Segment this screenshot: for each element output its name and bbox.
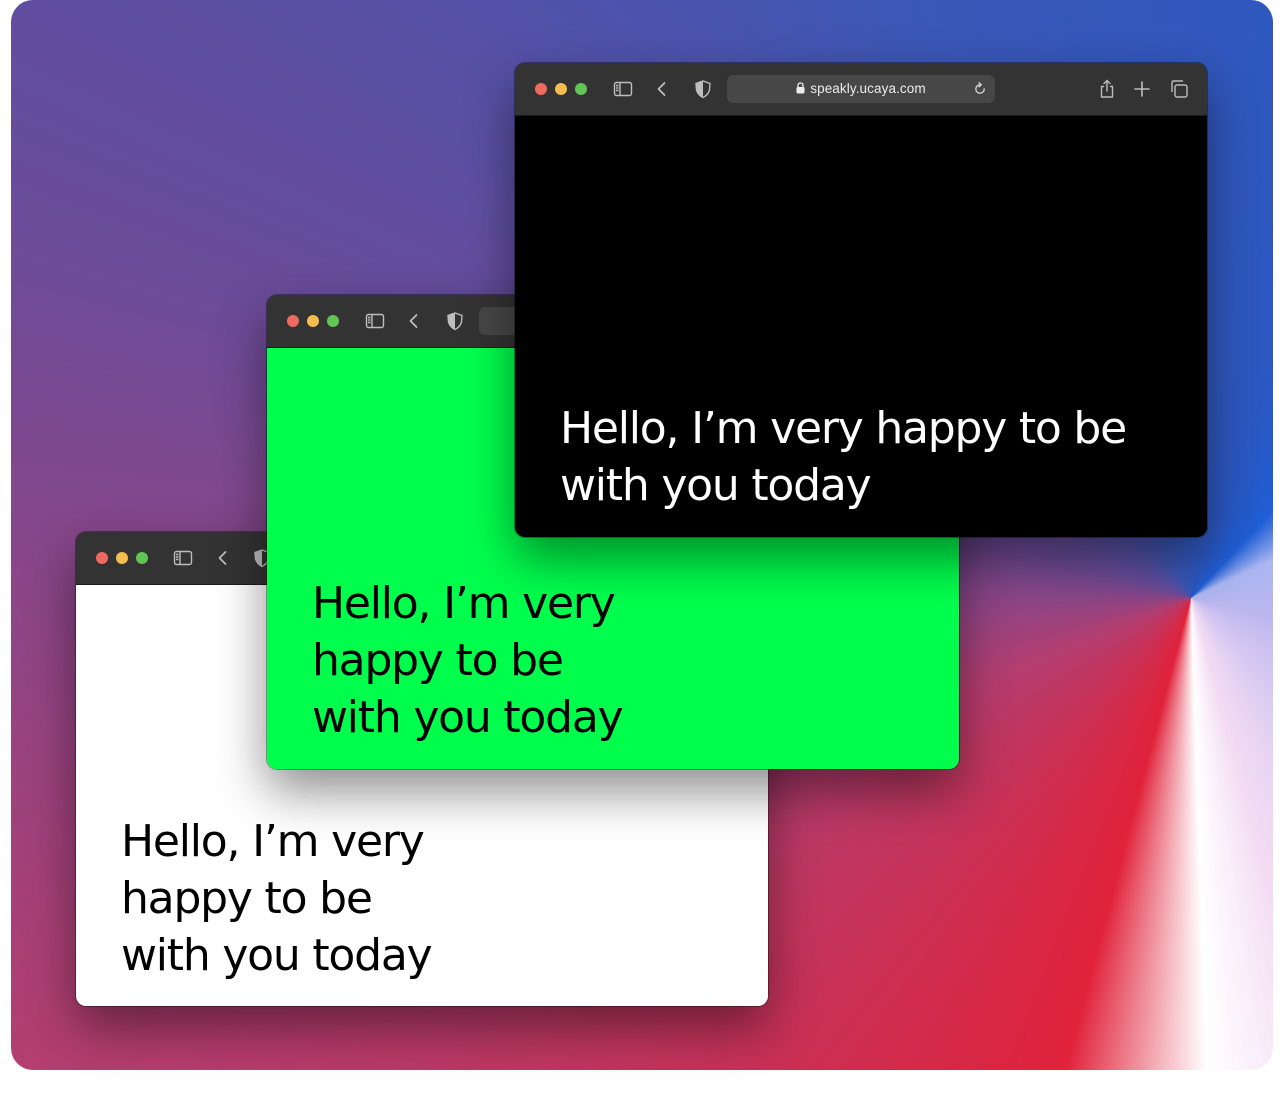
- zoom-window-button[interactable]: [327, 315, 339, 327]
- back-chevron-icon[interactable]: [651, 78, 673, 100]
- close-window-button[interactable]: [96, 552, 108, 564]
- minimize-window-button[interactable]: [307, 315, 319, 327]
- share-icon[interactable]: [1096, 78, 1118, 100]
- new-tab-plus-icon[interactable]: [1131, 78, 1153, 100]
- address-bar-text: speakly.ucaya.com: [727, 81, 995, 97]
- reload-icon[interactable]: [971, 80, 989, 98]
- back-chevron-icon[interactable]: [403, 310, 425, 332]
- close-window-button[interactable]: [535, 83, 547, 95]
- browser-window-black[interactable]: speakly.ucaya.com Hello, I’m very happy …: [515, 63, 1207, 537]
- zoom-window-button[interactable]: [136, 552, 148, 564]
- window-toolbar: speakly.ucaya.com: [515, 63, 1207, 116]
- tab-overview-icon[interactable]: [1168, 78, 1190, 100]
- caption-text: Hello, I’m very happy to be with you tod…: [121, 816, 433, 981]
- privacy-shield-icon[interactable]: [692, 78, 714, 100]
- sidebar-icon[interactable]: [172, 547, 194, 569]
- sidebar-icon[interactable]: [364, 310, 386, 332]
- address-bar[interactable]: speakly.ucaya.com: [727, 75, 995, 103]
- back-chevron-icon[interactable]: [212, 547, 234, 569]
- caption-text: Hello, I’m very happy to be with you tod…: [312, 578, 624, 743]
- page-content-black: Hello, I’m very happy to be with you tod…: [515, 116, 1207, 537]
- privacy-shield-icon[interactable]: [444, 310, 466, 332]
- zoom-window-button[interactable]: [575, 83, 587, 95]
- caption-text: Hello, I’m very happy to be with you tod…: [560, 403, 1127, 511]
- minimize-window-button[interactable]: [555, 83, 567, 95]
- minimize-window-button[interactable]: [116, 552, 128, 564]
- sidebar-icon[interactable]: [612, 78, 634, 100]
- close-window-button[interactable]: [287, 315, 299, 327]
- lock-icon: [796, 82, 805, 97]
- url-text: speakly.ucaya.com: [810, 81, 926, 96]
